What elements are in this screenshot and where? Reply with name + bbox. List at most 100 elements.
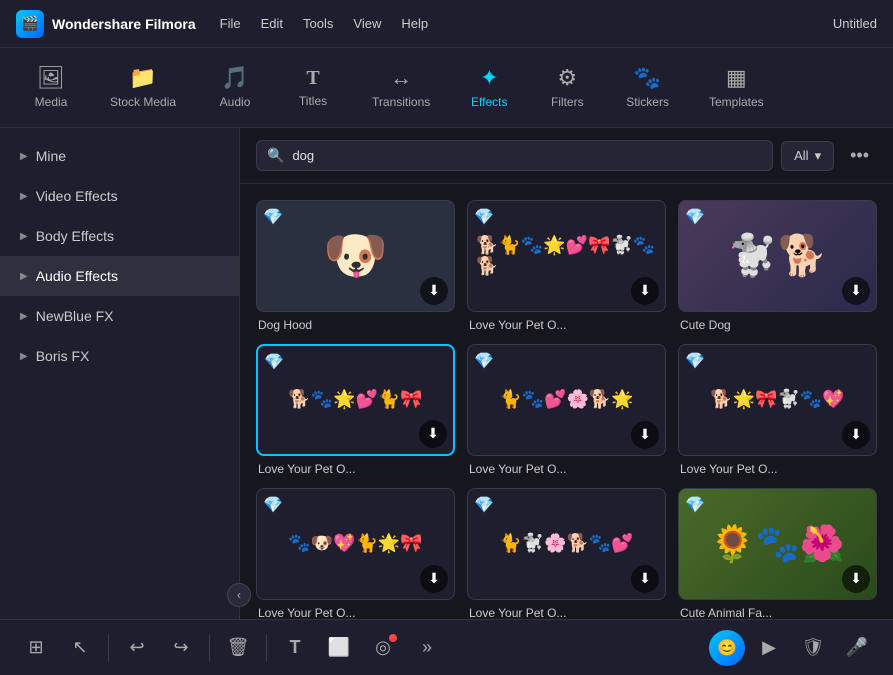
stock-media-icon: 📁 (129, 67, 156, 89)
tab-stickers[interactable]: 🐾 Stickers (610, 59, 685, 117)
chevron-mine-icon: ▶ (20, 151, 28, 162)
tab-media[interactable]: 🖼 Media (16, 59, 86, 117)
more-options-button[interactable]: ••• (842, 141, 877, 170)
dog-hood-preview: 🐶 (323, 225, 388, 286)
nav-tabs: 🖼 Media 📁 Stock Media 🎵 Audio T Titles ↔… (0, 48, 893, 128)
download-button-love-pet-1[interactable]: ⬇ (631, 277, 659, 305)
menu-file[interactable]: File (220, 16, 241, 31)
effect-card-dog-hood[interactable]: 🐶 💎 ⬇ Dog Hood (256, 200, 455, 332)
effect-card-love-pet-3[interactable]: 🐈🐾💕🌸🐕🌟 💎 ⬇ Love Your Pet O... (467, 344, 666, 476)
avatar-icon: 😊 (717, 638, 737, 658)
crop-tool-button[interactable]: ⬜ (319, 628, 359, 668)
tab-templates[interactable]: ▦ Templates (693, 59, 780, 117)
effect-label-love-pet-1: Love Your Pet O... (467, 318, 666, 332)
grid-view-button[interactable]: ⊞ (16, 628, 56, 668)
sidebar-item-audio-effects[interactable]: ▶ Audio Effects (0, 256, 239, 296)
more-tools-button[interactable]: » (407, 628, 447, 668)
effect-thumb-love-pet-5: 🐾🐶💖🐈🌟🎀 💎 ⬇ (256, 488, 455, 600)
sidebar-label-body-effects: Body Effects (36, 228, 114, 244)
pet4-preview: 🐕🌟🎀🐩🐾💖 (710, 389, 844, 410)
download-button-dog-hood[interactable]: ⬇ (420, 277, 448, 305)
effect-card-love-pet-1[interactable]: 🐕🐈🐾🌟💕🎀🐩🐾🐕 💎 ⬇ Love Your Pet O... (467, 200, 666, 332)
titles-icon: T (306, 68, 319, 88)
search-input[interactable] (292, 148, 762, 163)
undo-icon: ↩ (129, 637, 144, 658)
play-button[interactable]: ▶ (749, 628, 789, 668)
download-button-cute-animal[interactable]: ⬇ (842, 565, 870, 593)
tab-titles[interactable]: T Titles (278, 60, 348, 116)
download-button-love-pet-2[interactable]: ⬇ (419, 420, 447, 448)
premium-badge-dog-hood: 💎 (263, 207, 283, 227)
effect-card-love-pet-2[interactable]: 🐕🐾🌟💕🐈🎀 💎 ⬇ Love Your Pet O... (256, 344, 455, 476)
menu-tools[interactable]: Tools (303, 16, 333, 31)
sidebar-label-boris-fx: Boris FX (36, 348, 90, 364)
sticker-tool-button[interactable]: ◎ (363, 628, 403, 668)
collapse-icon: ‹ (237, 588, 241, 602)
tab-media-label: Media (35, 95, 68, 109)
download-button-love-pet-6[interactable]: ⬇ (631, 565, 659, 593)
undo-button[interactable]: ↩ (117, 628, 157, 668)
download-button-love-pet-4[interactable]: ⬇ (842, 421, 870, 449)
app-logo-icon: 🎬 (16, 10, 44, 38)
crop-icon: ⬜ (328, 637, 350, 658)
sidebar-item-boris-fx[interactable]: ▶ Boris FX (0, 336, 239, 376)
tab-transitions[interactable]: ↔ Transitions (356, 59, 446, 117)
microphone-button[interactable]: 🎤 (837, 628, 877, 668)
select-tool-button[interactable]: ↖ (60, 628, 100, 668)
effect-card-cute-dog[interactable]: 🐩🐕 💎 ⬇ Cute Dog (678, 200, 877, 332)
pet3-preview: 🐈🐾💕🌸🐕🌟 (499, 389, 633, 410)
record-dot-indicator (389, 634, 397, 642)
sidebar-collapse-button[interactable]: ‹ (227, 583, 251, 607)
chevron-body-icon: ▶ (20, 231, 28, 242)
pet5-preview: 🐾🐶💖🐈🌟🎀 (288, 533, 422, 554)
sidebar-item-video-effects[interactable]: ▶ Video Effects (0, 176, 239, 216)
delete-button[interactable]: 🗑 (218, 628, 258, 668)
premium-badge-cute-animal: 💎 (685, 495, 705, 515)
effect-label-love-pet-4: Love Your Pet O... (678, 462, 877, 476)
more-tools-icon: » (422, 637, 432, 658)
effect-thumb-love-pet-6: 🐈🐩🌸🐕🐾💕 💎 ⬇ (467, 488, 666, 600)
text-tool-button[interactable]: T (275, 628, 315, 668)
sticker-tool-icon: ◎ (375, 637, 391, 658)
chevron-newblue-icon: ▶ (20, 311, 28, 322)
shield-icon: 🛡 (802, 637, 825, 658)
download-button-love-pet-5[interactable]: ⬇ (420, 565, 448, 593)
premium-badge-love-pet-2: 💎 (264, 352, 284, 372)
tab-filters[interactable]: ⚙ Filters (532, 59, 602, 117)
effect-thumb-love-pet-1: 🐕🐈🐾🌟💕🎀🐩🐾🐕 💎 ⬇ (467, 200, 666, 312)
sidebar-item-mine[interactable]: ▶ Mine (0, 136, 239, 176)
effect-card-cute-animal[interactable]: 🌻🐾🌺 💎 ⬇ Cute Animal Fa... (678, 488, 877, 619)
tab-effects[interactable]: ✦ Effects (454, 59, 524, 117)
menu-help[interactable]: Help (401, 16, 428, 31)
content-area: 🔍 All ▾ ••• 🐶 💎 ⬇ Dog Hood (240, 128, 893, 619)
effect-label-love-pet-3: Love Your Pet O... (467, 462, 666, 476)
cute-dog-preview: 🐩🐕 (728, 232, 828, 279)
effect-thumb-cute-dog: 🐩🐕 💎 ⬇ (678, 200, 877, 312)
menu-edit[interactable]: Edit (261, 16, 283, 31)
search-icon: 🔍 (267, 147, 284, 164)
bottom-toolbar: ⊞ ↖ ↩ ↪ 🗑 T ⬜ ◎ » 😊 ▶ 🛡 🎤 (0, 619, 893, 675)
sidebar-item-newblue-fx[interactable]: ▶ NewBlue FX (0, 296, 239, 336)
menu-view[interactable]: View (353, 16, 381, 31)
premium-badge-cute-dog: 💎 (685, 207, 705, 227)
pet6-preview: 🐈🐩🌸🐕🐾💕 (499, 533, 633, 554)
effect-card-love-pet-6[interactable]: 🐈🐩🌸🐕🐾💕 💎 ⬇ Love Your Pet O... (467, 488, 666, 619)
user-avatar-button[interactable]: 😊 (709, 630, 745, 666)
tab-audio[interactable]: 🎵 Audio (200, 59, 270, 117)
effect-thumb-dog-hood: 🐶 💎 ⬇ (256, 200, 455, 312)
effect-card-love-pet-5[interactable]: 🐾🐶💖🐈🌟🎀 💎 ⬇ Love Your Pet O... (256, 488, 455, 619)
premium-badge-love-pet-4: 💎 (685, 351, 705, 371)
sidebar-item-body-effects[interactable]: ▶ Body Effects (0, 216, 239, 256)
download-button-love-pet-3[interactable]: ⬇ (631, 421, 659, 449)
filter-dropdown[interactable]: All ▾ (781, 141, 834, 171)
effect-card-love-pet-4[interactable]: 🐕🌟🎀🐩🐾💖 💎 ⬇ Love Your Pet O... (678, 344, 877, 476)
search-input-wrapper[interactable]: 🔍 (256, 140, 773, 171)
effect-thumb-cute-animal: 🌻🐾🌺 💎 ⬇ (678, 488, 877, 600)
tab-stock-media[interactable]: 📁 Stock Media (94, 59, 192, 117)
tab-audio-label: Audio (220, 95, 251, 109)
redo-button[interactable]: ↪ (161, 628, 201, 668)
app-name: Wondershare Filmora (52, 16, 196, 32)
toolbar-divider-3 (266, 634, 267, 662)
shield-button[interactable]: 🛡 (793, 628, 833, 668)
download-button-cute-dog[interactable]: ⬇ (842, 277, 870, 305)
